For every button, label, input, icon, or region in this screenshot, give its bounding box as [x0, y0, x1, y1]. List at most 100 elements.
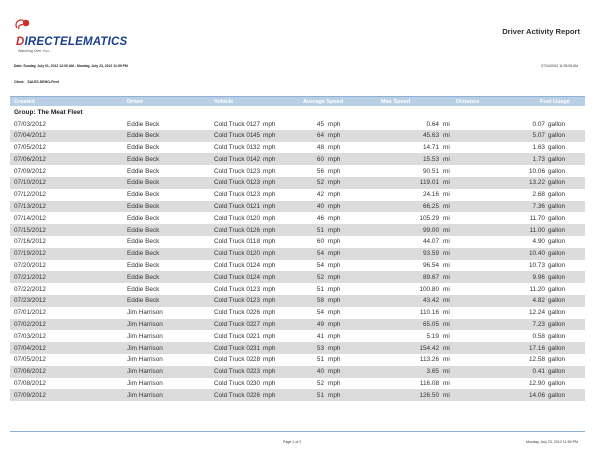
- cell-fuel-usage: 10.40: [529, 250, 545, 258]
- cell-vehicle: Cold Truck 01: [214, 273, 254, 281]
- cell-distance-unit: mi: [443, 191, 450, 199]
- cell-max-speed: 51: [316, 226, 324, 234]
- cell-driver: Eddie Beck: [127, 132, 160, 140]
- cell-distance-unit: mi: [443, 368, 450, 376]
- cell-created: 07/05/2012: [14, 144, 46, 152]
- cell-average-speed: 23: [252, 179, 260, 187]
- cell-average-speed-unit: mph: [263, 226, 276, 234]
- cell-average-speed: 26: [252, 226, 260, 234]
- cell-distance-unit: mi: [443, 120, 450, 128]
- cell-max-speed-unit: mph: [328, 179, 341, 187]
- cell-average-speed-unit: mph: [263, 144, 276, 152]
- group-label: Group: The Meat Fleet: [14, 109, 83, 116]
- cell-driver: Eddie Beck: [127, 179, 160, 187]
- cell-max-speed-unit: mph: [328, 332, 341, 340]
- cell-fuel-usage-unit: gallon: [548, 321, 566, 329]
- cell-max-speed-unit: mph: [328, 226, 341, 234]
- cell-fuel-usage-unit: gallon: [548, 391, 566, 399]
- cell-vehicle: Cold Truck 01: [214, 167, 254, 175]
- cell-created: 07/15/2012: [14, 226, 46, 234]
- cell-fuel-usage: 12.24: [529, 309, 545, 317]
- cell-max-speed: 53: [316, 344, 324, 352]
- cell-max-speed: 42: [316, 191, 324, 199]
- cell-distance-unit: mi: [443, 297, 450, 305]
- cell-fuel-usage: 7.23: [532, 321, 545, 329]
- cell-average-speed: 45: [252, 132, 260, 140]
- cell-distance: 113.26: [419, 356, 439, 364]
- client-name: Client: _SALES-DEMO-Fleet: [14, 80, 60, 84]
- cell-driver: Jim Harrison: [127, 309, 163, 317]
- cell-created: 07/14/2012: [14, 214, 46, 222]
- col-max-speed: Max Speed: [381, 99, 411, 105]
- cell-average-speed: 42: [252, 155, 260, 163]
- cell-vehicle: Cold Truck 01: [214, 214, 254, 222]
- cell-fuel-usage-unit: gallon: [548, 191, 566, 199]
- cell-max-speed-unit: mph: [328, 285, 341, 293]
- cell-fuel-usage-unit: gallon: [548, 203, 566, 211]
- cell-max-speed-unit: mph: [328, 191, 341, 199]
- cell-max-speed: 46: [316, 214, 324, 222]
- cell-vehicle: Cold Truck 02: [214, 380, 254, 388]
- table-row: 07/22/2012 Eddie Beck Cold Truck 01 23 mph 51…: [10, 283, 585, 295]
- table-row: 07/05/2012 Eddie Beck Cold Truck 01 32 mph 48…: [10, 142, 585, 154]
- cell-distance-unit: mi: [443, 250, 450, 258]
- cell-distance: 24.16: [423, 191, 439, 199]
- cell-average-speed-unit: mph: [263, 344, 276, 352]
- cell-fuel-usage: 10.06: [529, 167, 545, 175]
- cell-distance-unit: mi: [443, 179, 450, 187]
- cell-fuel-usage: 10.73: [529, 262, 545, 270]
- cell-max-speed: 51: [316, 391, 324, 399]
- cell-driver: Eddie Beck: [127, 214, 160, 222]
- cell-distance-unit: mi: [443, 203, 450, 211]
- cell-average-speed-unit: mph: [263, 262, 276, 270]
- cell-fuel-usage: 17.16: [529, 344, 545, 352]
- cell-average-speed: 20: [252, 214, 260, 222]
- cell-fuel-usage-unit: gallon: [548, 214, 566, 222]
- cell-average-speed-unit: mph: [263, 238, 276, 246]
- cell-distance: 99.00: [423, 226, 439, 234]
- cell-average-speed: 27: [252, 321, 260, 329]
- cell-created: 07/05/2012: [14, 356, 46, 364]
- table-row: 07/06/2012 Jim Harrison Cold Truck 02 23 mph…: [10, 365, 585, 378]
- table-row: 07/09/2012 Jim Harrison Cold Truck 02 26 mph…: [10, 389, 585, 402]
- cell-average-speed-unit: mph: [263, 285, 276, 293]
- col-average-speed: Average Speed: [303, 99, 344, 105]
- cell-distance: 154.42: [419, 344, 439, 352]
- cell-distance: 100.80: [419, 285, 439, 293]
- cell-max-speed: 40: [316, 203, 324, 211]
- cell-max-speed-unit: mph: [328, 391, 341, 399]
- cell-distance: 45.63: [423, 132, 439, 140]
- cell-distance-unit: mi: [443, 262, 450, 270]
- cell-driver: Eddie Beck: [127, 167, 160, 175]
- cell-distance-unit: mi: [443, 238, 450, 246]
- page-number: Page 1 of 2: [283, 440, 302, 444]
- cell-distance-unit: mi: [443, 309, 450, 317]
- cell-distance-unit: mi: [443, 391, 450, 399]
- cell-average-speed-unit: mph: [263, 214, 276, 222]
- cell-fuel-usage: 0.07: [532, 120, 545, 128]
- table-row: 07/04/2012 Jim Harrison Cold Truck 02 31 mph…: [10, 342, 585, 354]
- cell-distance-unit: mi: [443, 321, 450, 329]
- cell-created: 07/09/2012: [14, 167, 46, 175]
- cell-average-speed-unit: mph: [263, 132, 276, 140]
- cell-created: 07/04/2012: [14, 132, 46, 140]
- table-row: 07/09/2012 Eddie Beck Cold Truck 01 23 mph 56…: [10, 165, 585, 177]
- cell-average-speed-unit: mph: [263, 321, 276, 329]
- cell-vehicle: Cold Truck 02: [214, 368, 254, 376]
- cell-max-speed: 52: [316, 179, 324, 187]
- table-row: 07/06/2012 Eddie Beck Cold Truck 01 42 mph 60…: [10, 153, 585, 166]
- cell-fuel-usage-unit: gallon: [548, 297, 566, 305]
- report-title: Driver Activity Report: [502, 27, 580, 36]
- cell-max-speed: 49: [316, 321, 324, 329]
- cell-created: 07/23/2012: [14, 297, 46, 305]
- table-row: 07/08/2012 Jim Harrison Cold Truck 02 30 mph…: [10, 378, 585, 390]
- cell-created: 07/08/2012: [14, 380, 46, 388]
- logo-tagline: Watching Over You...: [18, 49, 52, 53]
- cell-distance: 66.25: [423, 203, 439, 211]
- cell-vehicle: Cold Truck 01: [214, 179, 254, 187]
- cell-created: 07/13/2012: [14, 203, 46, 211]
- cell-driver: Jim Harrison: [127, 344, 163, 352]
- cell-max-speed-unit: mph: [328, 238, 341, 246]
- table-row: 07/19/2012 Eddie Beck Cold Truck 01 20 mph 54…: [10, 247, 585, 260]
- cell-created: 07/22/2012: [14, 285, 46, 293]
